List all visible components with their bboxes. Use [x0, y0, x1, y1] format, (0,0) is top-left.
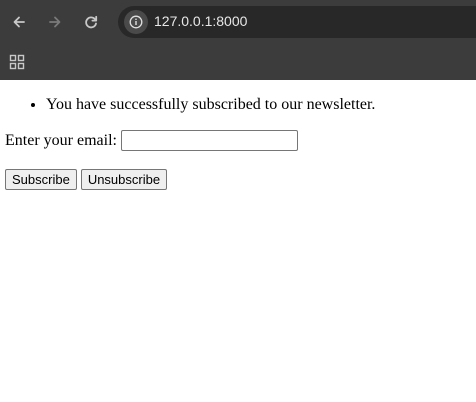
- email-input[interactable]: [120, 130, 298, 151]
- address-bar[interactable]: 127.0.0.1:8000: [118, 6, 476, 38]
- browser-chrome: 127.0.0.1:8000: [0, 0, 476, 80]
- bookmarks-bar: [0, 44, 476, 80]
- forward-button[interactable]: [41, 8, 69, 36]
- form-buttons: Subscribe Unsubscribe: [5, 169, 171, 190]
- apps-grid-icon: [9, 54, 25, 70]
- unsubscribe-button[interactable]: Unsubscribe: [80, 169, 168, 190]
- reload-icon: [85, 15, 98, 29]
- reload-button[interactable]: [77, 8, 105, 36]
- apps-button[interactable]: [7, 52, 27, 72]
- info-icon: [129, 15, 143, 29]
- email-label: Enter your email:: [5, 131, 117, 149]
- back-button[interactable]: [5, 8, 33, 36]
- messages-list: You have successfully subscribed to our …: [5, 96, 375, 114]
- back-icon: [13, 16, 25, 28]
- browser-toolbar: 127.0.0.1:8000: [0, 0, 476, 44]
- url-text[interactable]: 127.0.0.1:8000: [154, 13, 247, 29]
- site-info-button[interactable]: [124, 10, 148, 34]
- subscribe-button[interactable]: Subscribe: [5, 169, 77, 190]
- forward-icon: [49, 16, 61, 28]
- success-message: You have successfully subscribed to our …: [46, 96, 375, 114]
- email-form-row: Enter your email:: [5, 130, 298, 151]
